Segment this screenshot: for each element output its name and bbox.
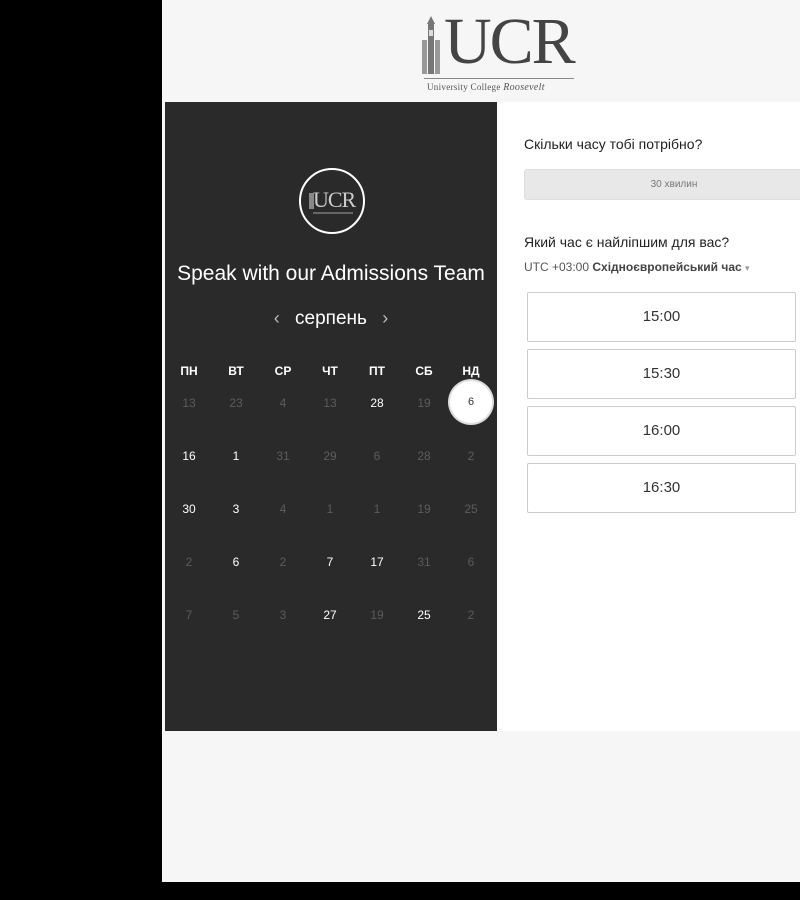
calendar-day-unavailable: 1 [326,502,334,516]
calendar-day-unavailable: 13 [182,396,196,410]
ucr-logo: UCR University College Roosevelt [420,6,576,93]
calendar-grid: 13 23 4 13 28 19 6 16 1 31 29 6 28 2 30 3 4 1 1 19 25 2 6 2 7 17 3… [165,102,497,731]
calendar-day-unavailable: 19 [417,396,431,410]
logo-subtitle-prefix: University College [427,82,504,92]
timezone-selector[interactable]: UTC +03:00 Східноєвропейський час ▾ [524,260,750,274]
calendar-day-available[interactable]: 25 [404,608,444,622]
calendar-day-available[interactable]: 16 [169,449,209,463]
calendar-day-unavailable: 6 [467,555,475,569]
calendar-day-available[interactable]: 6 [216,555,256,569]
calendar-day-unavailable: 5 [232,608,240,622]
calendar-day-unavailable: 2 [467,449,475,463]
calendar-day-unavailable: 1 [373,502,381,516]
calendar-day-unavailable: 19 [370,608,384,622]
calendar-day-unavailable: 4 [279,502,287,516]
schedule-panel: Скільки часу тобі потрібно? 30 хвилин Як… [497,102,800,731]
calendar-day-unavailable: 31 [276,449,290,463]
logo-subtitle: University College Roosevelt [427,82,545,93]
calendar-day-unavailable: 2 [467,608,475,622]
chevron-down-icon: ▾ [745,263,750,273]
calendar-day-unavailable: 28 [417,449,431,463]
calendar-day-available[interactable]: 30 [169,502,209,516]
time-slot-button[interactable]: 16:30 [527,463,796,513]
time-slot-button[interactable]: 16:00 [527,406,796,456]
logo-subtitle-italic: Roosevelt [503,82,545,93]
calendar-day-unavailable: 3 [279,608,287,622]
calendar-day-available[interactable]: 7 [310,555,350,569]
calendar-day-available[interactable]: 17 [357,555,397,569]
time-slot-button[interactable]: 15:30 [527,349,796,399]
calendar-day-available[interactable]: 1 [216,449,256,463]
calendar-day-unavailable: 19 [417,502,431,516]
calendar-day-unavailable: 25 [464,502,478,516]
logo-rule [424,78,574,79]
calendar-day-available[interactable]: 28 [357,396,397,410]
calendar-panel: UCR Speak with our Admissions Team ‹ сер… [165,102,497,731]
tower-icon [422,16,440,74]
calendar-day-unavailable: 2 [185,555,193,569]
calendar-day-unavailable: 4 [279,396,287,410]
time-question: Який час є найліпшим для вас? [524,234,730,250]
timezone-name: Східноєвропейський час [592,260,742,274]
timezone-offset: UTC +03:00 [524,260,593,274]
calendar-day-unavailable: 2 [279,555,287,569]
calendar-day-unavailable: 31 [417,555,431,569]
calendar-day-unavailable: 29 [323,449,337,463]
logo-wordmark: UCR [444,5,576,78]
calendar-day-selected[interactable]: 6 [450,381,492,423]
calendar-day-available[interactable]: 27 [310,608,350,622]
calendar-day-available[interactable]: 3 [216,502,256,516]
calendar-day-unavailable: 7 [185,608,193,622]
duration-question: Скільки часу тобі потрібно? [524,136,703,152]
calendar-day-unavailable: 6 [373,449,381,463]
duration-option[interactable]: 30 хвилин [524,169,800,200]
calendar-day-unavailable: 23 [229,396,243,410]
calendar-day-unavailable: 13 [323,396,337,410]
time-slot-button[interactable]: 15:00 [527,292,796,342]
